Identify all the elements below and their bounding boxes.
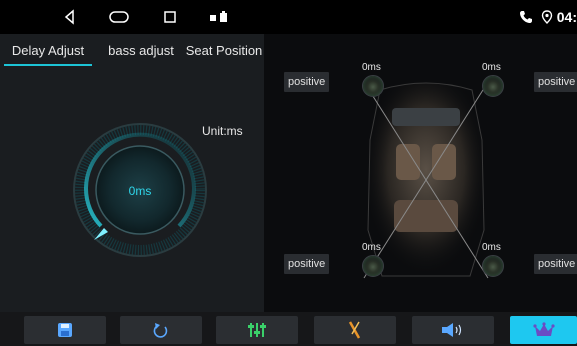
rear-left-phase-button[interactable]: positive [284,254,330,274]
equalizer-button[interactable] [216,316,298,344]
tab-delay-adjust[interactable]: Delay Adjust [0,34,96,68]
front-right-phase-button[interactable]: positive [534,72,577,92]
knob-value: 0ms [129,184,152,198]
save-icon [58,323,72,337]
crown-icon [532,322,555,336]
rear-left-speaker-icon [362,255,384,277]
tab-bass-adjust[interactable]: bass adjust [102,34,180,68]
front-left-phase-button[interactable]: positive [284,72,330,92]
instrument-icon [348,321,361,339]
crown-button[interactable] [510,316,577,344]
front-left-speaker-icon [362,75,384,97]
delay-knob[interactable]: 0ms [72,122,208,258]
tab-seat-position[interactable]: Seat Position [184,34,264,68]
location-icon [541,10,552,24]
recents-icon[interactable] [162,9,178,25]
tab-bar: Delay Adjust bass adjust Seat Position [0,34,264,68]
equalizer-icon [248,323,266,337]
delay-panel: Delay Adjust bass adjust Seat Position U… [0,34,264,312]
unit-label: Unit:ms [202,124,243,138]
front-right-delay: 0ms [482,62,501,73]
speaker-layout-panel: positive 0ms positive 0ms positive 0ms p… [264,34,577,312]
front-right-speaker-icon [482,75,504,97]
instrument-button[interactable] [314,316,396,344]
reset-icon [153,323,168,338]
bottom-toolbar [0,312,577,346]
rear-left-delay: 0ms [362,242,381,253]
speaker-volume-icon [442,323,462,337]
save-button[interactable] [24,316,106,344]
status-bar: 04: [0,0,577,34]
clock: 04: [556,9,577,25]
phone-icon [519,11,532,23]
rear-right-speaker-icon [482,255,504,277]
speaker-volume-button[interactable] [412,316,494,344]
status-right: 04: [519,9,577,25]
back-icon[interactable] [62,9,78,25]
rear-right-phase-button[interactable]: positive [534,254,577,274]
rear-right-delay: 0ms [482,242,501,253]
notification-icons [210,11,227,22]
front-left-delay: 0ms [362,62,381,73]
reset-button[interactable] [120,316,202,344]
home-icon[interactable] [108,9,130,25]
